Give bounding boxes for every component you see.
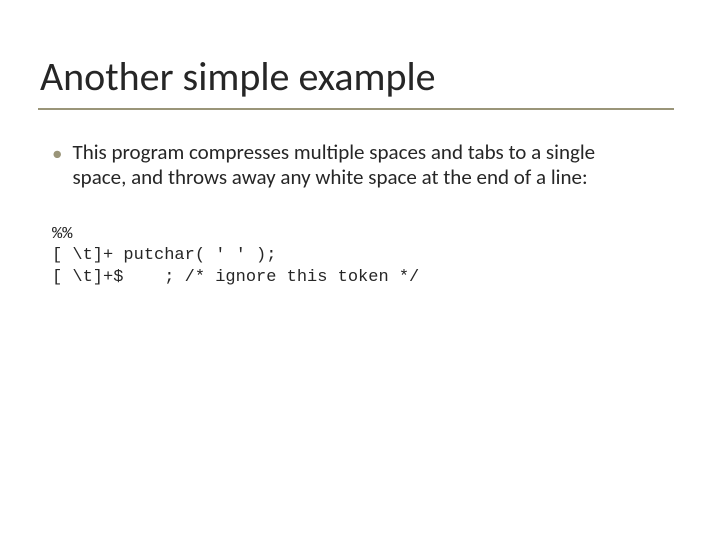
slide: Another simple example • This program co…	[0, 0, 720, 540]
body-text: • This program compresses multiple space…	[52, 140, 648, 190]
code-line-1: %%	[52, 225, 72, 244]
title-underline	[38, 108, 674, 110]
code-line-3: [ \t]+$ ; /* ignore this token */	[52, 268, 419, 287]
slide-title: Another simple example	[40, 52, 436, 101]
bullet-marker: •	[52, 141, 62, 166]
code-line-2: [ \t]+ putchar( ' ' );	[52, 246, 276, 265]
bullet-text: This program compresses multiple spaces …	[72, 140, 648, 190]
code-block: %% [ \t]+ putchar( ' ' ); [ \t]+$ ; /* i…	[52, 224, 662, 288]
bullet-item: • This program compresses multiple space…	[52, 140, 648, 190]
